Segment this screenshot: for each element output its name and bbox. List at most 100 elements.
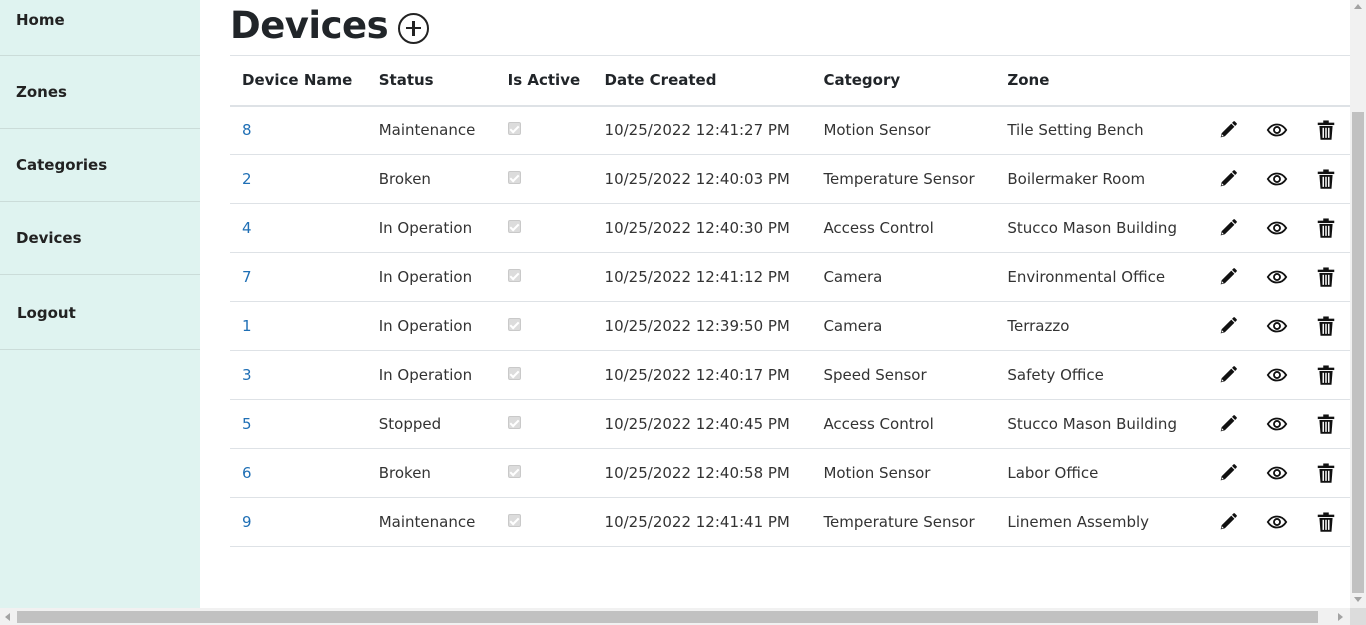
- zone-cell: Labor Office: [1007, 464, 1099, 482]
- action-cell: [1301, 106, 1350, 155]
- trash-icon[interactable]: [1315, 462, 1337, 484]
- device-name-cell: 7: [230, 253, 367, 302]
- pencil-icon[interactable]: [1217, 511, 1239, 533]
- pencil-icon[interactable]: [1217, 413, 1239, 435]
- table-row: 9 Maintenance 10/25/2022 12:41:41 PM Temper…: [230, 498, 1350, 547]
- is-active-cell: [496, 449, 593, 498]
- device-name-link[interactable]: 5: [242, 415, 252, 433]
- nav-item-label: Logout: [17, 304, 76, 322]
- action-cell: [1252, 106, 1301, 155]
- scroll-left-arrow-icon[interactable]: [5, 613, 10, 621]
- scroll-down-arrow-icon[interactable]: [1354, 597, 1362, 602]
- column-header-edit: [1203, 56, 1252, 106]
- is-active-cell: [496, 351, 593, 400]
- status-cell: In Operation: [378, 268, 473, 286]
- date-created-cell: 10/25/2022 12:40:03 PM: [604, 170, 790, 188]
- horizontal-scrollbar-thumb[interactable]: [17, 611, 1318, 623]
- trash-icon[interactable]: [1315, 119, 1337, 141]
- action-cell: [1301, 204, 1350, 253]
- action-cell: [1203, 449, 1252, 498]
- device-name-link[interactable]: 9: [242, 513, 252, 531]
- eye-icon[interactable]: [1266, 364, 1288, 386]
- device-name-link[interactable]: 2: [242, 170, 252, 188]
- is-active-checkbox: [507, 367, 521, 380]
- column-header-is-active[interactable]: Is Active: [496, 56, 593, 106]
- nav-item-home[interactable]: Home: [0, 0, 200, 56]
- trash-icon[interactable]: [1315, 364, 1337, 386]
- nav-item-logout[interactable]: Logout: [0, 275, 200, 350]
- column-header-date-created[interactable]: Date Created: [593, 56, 812, 106]
- nav-item-zones[interactable]: Zones: [0, 56, 200, 129]
- eye-icon[interactable]: [1266, 119, 1288, 141]
- nav-item-devices[interactable]: Devices: [0, 202, 200, 275]
- action-cell: [1252, 498, 1301, 547]
- is-active-cell: [496, 155, 593, 204]
- page-title: Devices: [230, 4, 389, 47]
- is-active-cell: [496, 498, 593, 547]
- table-row: 8 Maintenance 10/25/2022 12:41:27 PM Motion…: [230, 106, 1350, 155]
- action-cell: [1252, 253, 1301, 302]
- is-active-checkbox: [507, 269, 521, 282]
- zone-cell: Safety Office: [1007, 366, 1104, 384]
- is-active-checkbox: [507, 465, 521, 478]
- status-cell: In Operation: [378, 366, 473, 384]
- column-header-status[interactable]: Status: [367, 56, 496, 106]
- pencil-icon[interactable]: [1217, 119, 1239, 141]
- column-header-device-name[interactable]: Device Name: [230, 56, 367, 106]
- action-cell: [1203, 302, 1252, 351]
- device-name-link[interactable]: 4: [242, 219, 252, 237]
- trash-icon[interactable]: [1315, 413, 1337, 435]
- device-name-link[interactable]: 6: [242, 464, 252, 482]
- category-cell: Camera: [823, 317, 883, 335]
- pencil-icon[interactable]: [1217, 462, 1239, 484]
- eye-icon[interactable]: [1266, 266, 1288, 288]
- vertical-scrollbar-thumb[interactable]: [1352, 112, 1364, 593]
- scroll-right-arrow-icon[interactable]: [1338, 613, 1343, 621]
- pencil-icon[interactable]: [1217, 364, 1239, 386]
- column-header-zone[interactable]: Zone: [995, 56, 1203, 106]
- device-name-link[interactable]: 8: [242, 121, 252, 139]
- device-name-link[interactable]: 1: [242, 317, 252, 335]
- action-cell: [1301, 155, 1350, 204]
- trash-icon[interactable]: [1315, 217, 1337, 239]
- nav-item-categories[interactable]: Categories: [0, 129, 200, 202]
- eye-icon[interactable]: [1266, 168, 1288, 190]
- action-cell: [1252, 302, 1301, 351]
- status-cell: In Operation: [378, 219, 473, 237]
- device-name-cell: 9: [230, 498, 367, 547]
- device-name-link[interactable]: 7: [242, 268, 252, 286]
- action-cell: [1252, 351, 1301, 400]
- is-active-cell: [496, 253, 593, 302]
- action-cell: [1203, 204, 1252, 253]
- is-active-cell: [496, 106, 593, 155]
- eye-icon[interactable]: [1266, 315, 1288, 337]
- trash-icon[interactable]: [1315, 168, 1337, 190]
- trash-icon[interactable]: [1315, 315, 1337, 337]
- pencil-icon[interactable]: [1217, 217, 1239, 239]
- date-created-cell: 10/25/2022 12:39:50 PM: [604, 317, 790, 335]
- pencil-icon[interactable]: [1217, 266, 1239, 288]
- trash-icon[interactable]: [1315, 511, 1337, 533]
- zone-cell: Linemen Assembly: [1007, 513, 1150, 531]
- devices-table: Device Name Status Is Active Date Create…: [230, 55, 1350, 547]
- status-cell: Broken: [378, 170, 431, 188]
- action-cell: [1203, 253, 1252, 302]
- action-cell: [1203, 155, 1252, 204]
- page-header: Devices: [230, 2, 430, 50]
- scroll-up-arrow-icon[interactable]: [1354, 4, 1362, 9]
- column-header-category[interactable]: Category: [811, 56, 995, 106]
- eye-icon[interactable]: [1266, 511, 1288, 533]
- action-cell: [1301, 351, 1350, 400]
- action-cell: [1252, 449, 1301, 498]
- action-cell: [1203, 498, 1252, 547]
- eye-icon[interactable]: [1266, 462, 1288, 484]
- trash-icon[interactable]: [1315, 266, 1337, 288]
- eye-icon[interactable]: [1266, 413, 1288, 435]
- device-name-link[interactable]: 3: [242, 366, 252, 384]
- pencil-icon[interactable]: [1217, 168, 1239, 190]
- plus-circle-icon[interactable]: [398, 12, 430, 44]
- pencil-icon[interactable]: [1217, 315, 1239, 337]
- eye-icon[interactable]: [1266, 217, 1288, 239]
- nav-item-label: Home: [16, 11, 65, 29]
- zone-cell: Stucco Mason Building: [1007, 415, 1177, 433]
